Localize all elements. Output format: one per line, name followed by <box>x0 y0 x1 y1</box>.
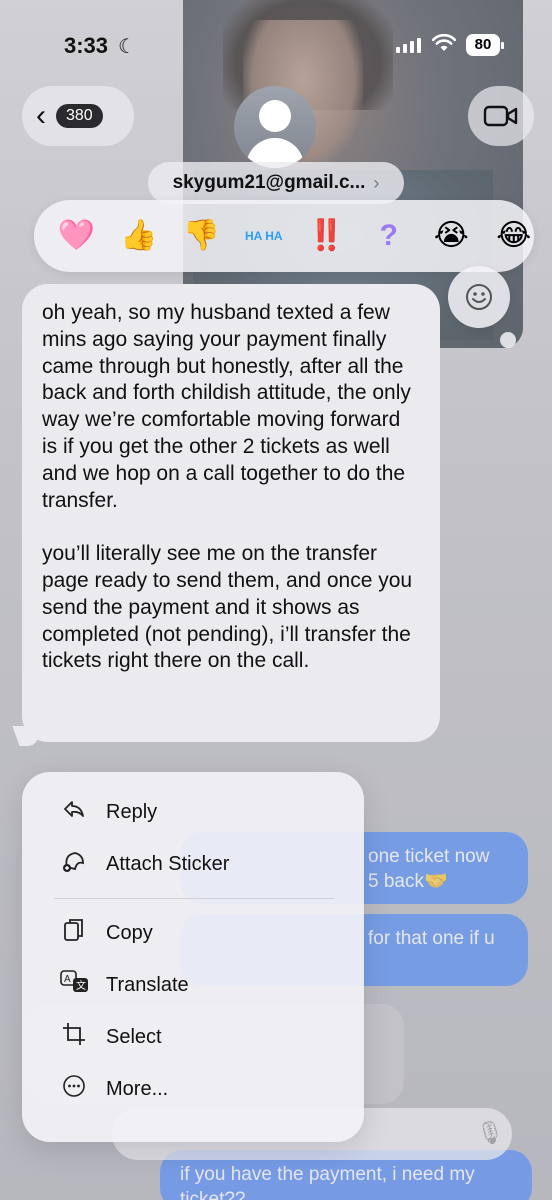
menu-item-attach-sticker[interactable]: Attach Sticker <box>22 838 364 890</box>
menu-divider <box>54 898 334 899</box>
thumbs-down-reaction[interactable]: 👎 <box>181 221 222 251</box>
back-button[interactable]: ‹ 380 <box>22 86 134 146</box>
menu-item-select[interactable]: Select <box>22 1011 364 1063</box>
reply-arrow-icon <box>60 799 88 825</box>
menu-item-copy[interactable]: Copy <box>22 907 364 959</box>
crying-reaction[interactable]: 😭 <box>431 221 472 251</box>
question-reaction[interactable]: ? <box>369 221 410 251</box>
menu-item-more[interactable]: More... <box>22 1063 364 1115</box>
status-bar: 3:33 ☾ 80 <box>0 0 552 90</box>
menu-item-translate[interactable]: A文 Translate <box>22 959 364 1011</box>
haha-reaction[interactable]: HA HA <box>244 230 285 242</box>
clock: 3:33 <box>64 33 109 58</box>
chevron-right-icon: › <box>373 172 380 193</box>
svg-text:文: 文 <box>76 979 86 992</box>
svg-text:A: A <box>64 974 71 985</box>
unread-count-badge: 380 <box>56 104 103 128</box>
crop-select-icon <box>60 1022 88 1052</box>
contact-name-button[interactable]: skygum21@gmail.c... › <box>148 162 404 204</box>
smiley-icon <box>466 284 492 310</box>
tapback-tail <box>500 332 516 348</box>
wifi-icon <box>431 33 457 58</box>
chevron-left-icon: ‹ <box>36 99 46 132</box>
message-paragraph: you’ll literally see me on the transfer … <box>42 542 413 673</box>
laughing-reaction[interactable]: 😂 <box>494 221 535 251</box>
contact-name: skygum21@gmail.c... <box>172 172 366 193</box>
facetime-video-button[interactable] <box>468 86 534 146</box>
context-menu: Reply Attach Sticker Copy A文 Translate S… <box>22 772 364 1142</box>
focus-moon-icon: ☾ <box>118 36 136 58</box>
copy-icon <box>60 917 88 949</box>
sticker-peel-icon <box>60 849 88 879</box>
heart-reaction[interactable]: 🩷 <box>56 221 97 251</box>
exclamation-reaction[interactable]: ‼️ <box>306 221 347 251</box>
translate-icon: A文 <box>60 970 88 1000</box>
thumbs-up-reaction[interactable]: 👍 <box>119 221 160 251</box>
more-ellipsis-icon <box>60 1074 88 1104</box>
sticker-emoji-button[interactable] <box>448 266 510 328</box>
contact-avatar[interactable] <box>234 86 316 168</box>
cellular-signal-icon <box>396 38 421 53</box>
battery-icon: 80 <box>466 34 504 56</box>
tapback-bar: 🩷 👍 👎 HA HA ‼️? 😭 😂 <box>34 200 534 272</box>
message-paragraph: oh yeah, so my husband texted a few mins… <box>42 301 411 512</box>
received-message-bubble-selected[interactable]: oh yeah, so my husband texted a few mins… <box>22 284 440 742</box>
menu-item-reply[interactable]: Reply <box>22 786 364 838</box>
video-camera-icon <box>483 105 518 127</box>
